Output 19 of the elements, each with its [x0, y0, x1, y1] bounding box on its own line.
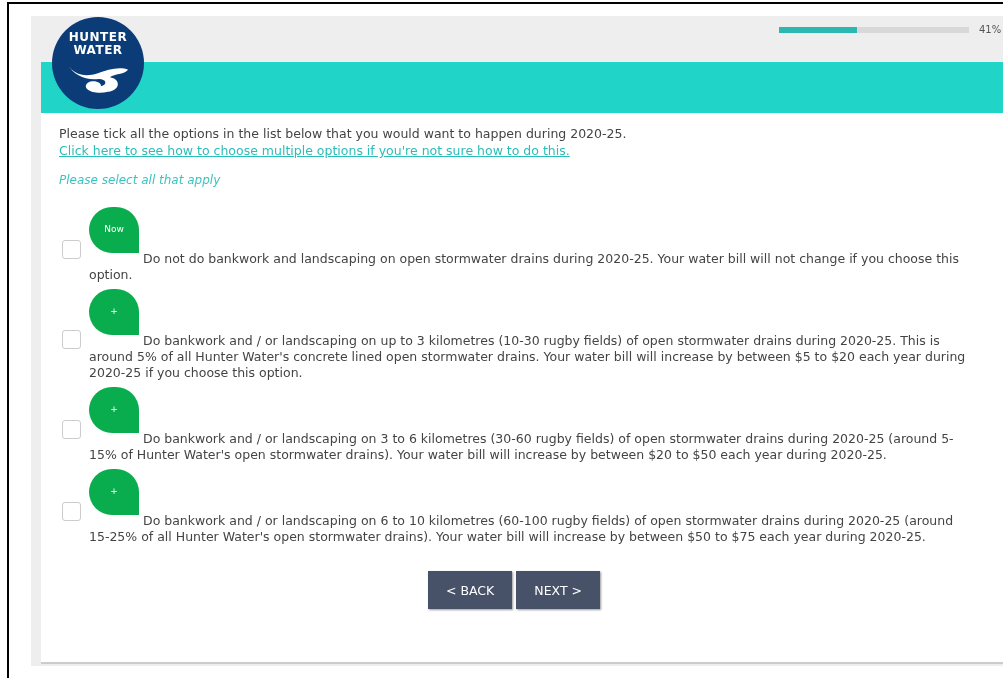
logo-text: HUNTER [68, 31, 128, 44]
speech-bubble: + [89, 289, 139, 335]
option-text[interactable]: Do not do bankwork and landscaping on open stormwater drains during 2020-25. Your water bill will not change if you choose this option. [89, 251, 974, 283]
checkbox[interactable] [62, 329, 81, 349]
checkbox[interactable] [62, 501, 81, 521]
nav-button[interactable]: NEXT > [516, 571, 600, 609]
nav-button[interactable]: < BACK [428, 571, 513, 609]
speech-bubble: + [89, 469, 139, 515]
logo-text: WATER [73, 44, 123, 57]
option-text[interactable]: Do bankwork and / or landscaping on 3 to 6 kilometres (30-60 rugby fields) of open stormwater drains during 2020-25 (around 5-15% of Hunter Water's open stormwater drains). Your water bill will increase by between $20 to $50 each year during 2020-25. [89, 431, 974, 463]
speech-bubble: Now [89, 207, 139, 253]
instruction-text: Please tick all the options in the list below that you would want to happen during 2020-25. Click here to see how to choose multiple options if you're not sure how to do this. [59, 125, 628, 159]
option-text[interactable]: Do bankwork and / or landscaping on up to 3 kilometres (10-30 rugby fields) of open stormwater drains during 2020-25. This is around 5% of all Hunter Water's concrete lined open stormwater drains. Your water bill will increase by between $5 to $20 each year during 2020-25 if you choose this option. [89, 333, 974, 381]
progress-percent: 41% [979, 24, 1003, 35]
speech-bubble: + [89, 387, 139, 433]
hint-text: Please select all that apply [59, 173, 222, 187]
option-text[interactable]: Do bankwork and / or landscaping on 6 to 10 kilometres (60-100 rugby fields) of open stormwater drains during 2020-25 (around 15-25% of all Hunter Water's open stormwater drains). Your water bill will increase by between $50 to $75 each year during 2020-25. [89, 513, 974, 545]
checkbox[interactable] [62, 419, 81, 439]
checkbox[interactable] [62, 239, 81, 259]
